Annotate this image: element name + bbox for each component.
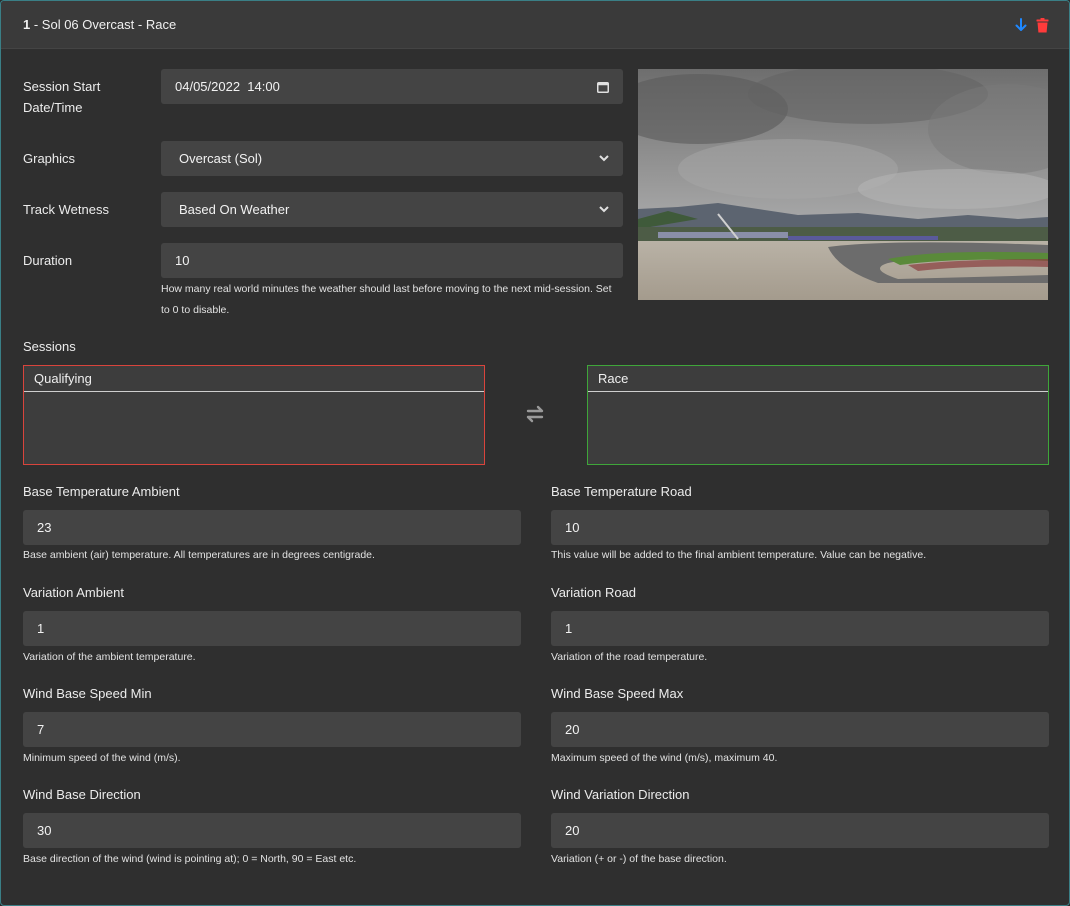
sessions-label: Sessions <box>23 339 76 354</box>
session-start-datetime-input[interactable]: 04/05/2022 14:00 <box>161 69 623 104</box>
temp-ambient-value: 23 <box>37 520 52 535</box>
weather-preview-image <box>638 69 1048 300</box>
var-ambient-label: Variation Ambient <box>23 585 124 600</box>
race-title: Race <box>588 366 1048 392</box>
temp-road-value: 10 <box>565 520 580 535</box>
duration-label: Duration <box>23 253 73 268</box>
duration-help: How many real world minutes the weather … <box>161 283 612 316</box>
var-road-label: Variation Road <box>551 585 637 600</box>
var-road-value: 1 <box>565 621 573 636</box>
duration-value: 10 <box>175 253 190 268</box>
wind-min-label: Wind Base Speed Min <box>23 686 152 701</box>
temp-ambient-label: Base Temperature Ambient <box>23 484 180 499</box>
wind-max-value: 20 <box>565 722 580 737</box>
var-ambient-help: Variation of the ambient temperature. <box>23 651 196 663</box>
temp-road-input[interactable]: 10 <box>551 510 1049 545</box>
qualifying-title: Qualifying <box>24 366 484 392</box>
wind-var-dir-label: Wind Variation Direction <box>551 787 690 802</box>
wind-dir-value: 30 <box>37 823 52 838</box>
wind-min-value: 7 <box>37 722 45 737</box>
track-wetness-selected-value: Based On Weather <box>179 202 290 217</box>
temp-road-label: Base Temperature Road <box>551 484 692 499</box>
duration-input[interactable]: 10 <box>161 243 623 278</box>
graphics-label: Graphics <box>23 151 76 166</box>
wind-dir-label: Wind Base Direction <box>23 787 141 802</box>
graphics-select[interactable]: Overcast (Sol) <box>161 141 623 176</box>
track-overcast-scene <box>638 69 1048 300</box>
var-road-input[interactable]: 1 <box>551 611 1049 646</box>
wind-max-label: Wind Base Speed Max <box>551 686 684 701</box>
temp-ambient-help: Base ambient (air) temperature. All temp… <box>23 549 375 561</box>
swap-sessions-button[interactable] <box>524 405 546 423</box>
wind-var-dir-value: 20 <box>565 823 580 838</box>
session-start-value: 04/05/2022 14:00 <box>175 79 280 94</box>
wind-dir-help: Base direction of the wind (wind is poin… <box>23 853 357 865</box>
temp-ambient-input[interactable]: 23 <box>23 510 521 545</box>
wind-dir-input[interactable]: 30 <box>23 813 521 848</box>
var-ambient-input[interactable]: 1 <box>23 611 521 646</box>
calendar-icon[interactable] <box>597 81 609 93</box>
weather-session-card: 1 - Sol 06 Overcast - Race Session Start… <box>0 0 1070 906</box>
card-header: 1 - Sol 06 Overcast - Race <box>1 1 1069 49</box>
wind-max-input[interactable]: 20 <box>551 712 1049 747</box>
wind-var-dir-help: Variation (+ or -) of the base direction… <box>551 853 727 865</box>
chevron-down-icon <box>599 155 609 162</box>
race-session-list[interactable]: Race <box>587 365 1049 465</box>
track-wetness-label: Track Wetness <box>23 202 109 217</box>
delete-button[interactable] <box>1034 16 1050 34</box>
card-title: 1 - Sol 06 Overcast - Race <box>23 17 176 32</box>
wind-max-help: Maximum speed of the wind (m/s), maximum… <box>551 752 778 764</box>
session-title: - Sol 06 Overcast - Race <box>30 17 177 32</box>
graphics-selected-value: Overcast (Sol) <box>179 151 263 166</box>
chevron-down-icon <box>599 206 609 213</box>
session-start-label: Session Start Date/Time <box>23 79 101 115</box>
track-wetness-select[interactable]: Based On Weather <box>161 192 623 227</box>
wind-min-help: Minimum speed of the wind (m/s). <box>23 752 181 764</box>
wind-var-dir-input[interactable]: 20 <box>551 813 1049 848</box>
arrow-down-icon <box>1015 18 1027 31</box>
swap-arrows-icon <box>526 405 544 423</box>
var-road-help: Variation of the road temperature. <box>551 651 708 663</box>
qualifying-session-list[interactable]: Qualifying <box>23 365 485 465</box>
move-down-button[interactable] <box>1013 16 1029 34</box>
temp-road-help: This value will be added to the final am… <box>551 549 927 561</box>
wind-min-input[interactable]: 7 <box>23 712 521 747</box>
trash-icon <box>1036 17 1048 32</box>
var-ambient-value: 1 <box>37 621 45 636</box>
